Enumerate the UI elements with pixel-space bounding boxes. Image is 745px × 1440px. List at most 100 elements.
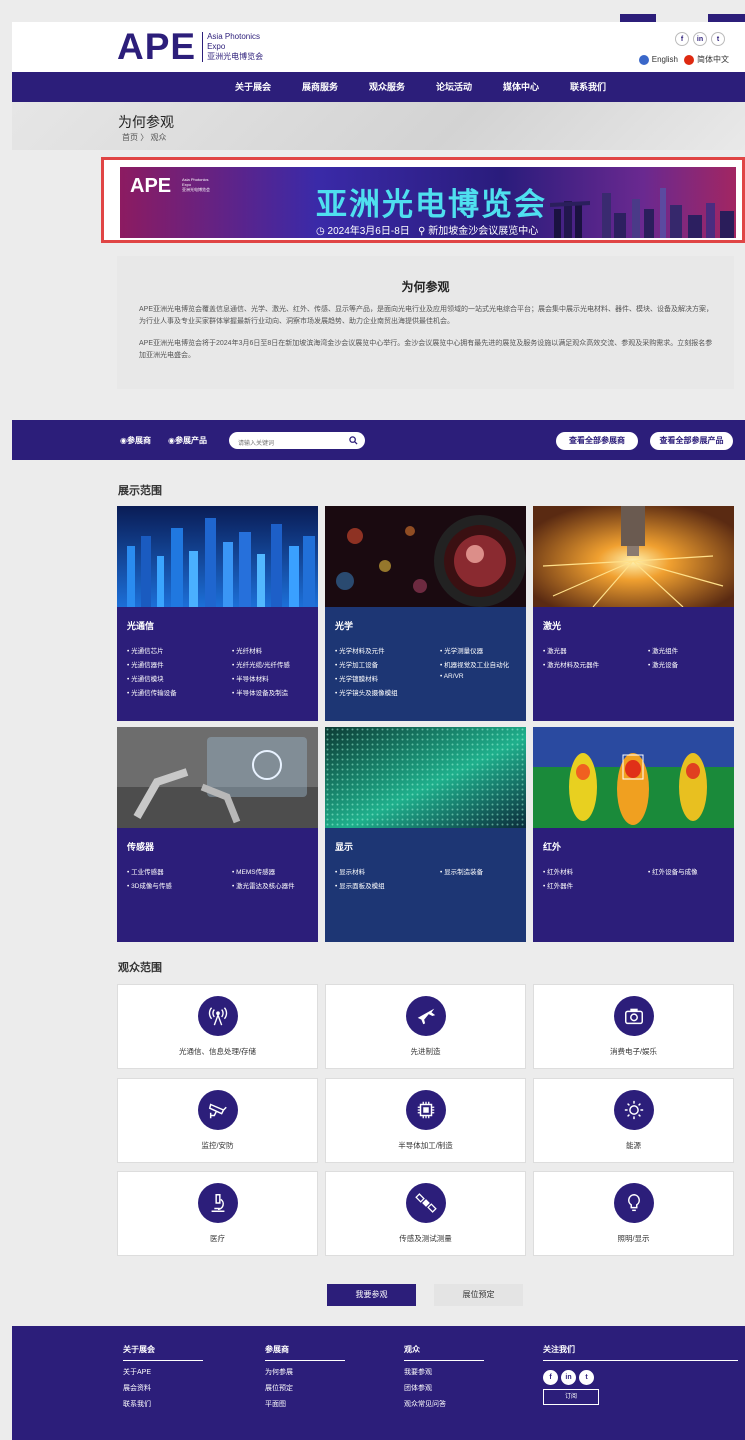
card-item[interactable]: • 光学材料及元件 xyxy=(335,645,440,655)
audience-card[interactable]: 能源 xyxy=(533,1078,734,1163)
card-item[interactable]: • 光学镜头及摄像模组 xyxy=(335,687,440,697)
audience-label: 照明/显示 xyxy=(617,1234,650,1243)
radio-exhibitors[interactable]: ◉参展商 xyxy=(120,435,151,446)
card-item[interactable]: • 半导体设备及制造 xyxy=(232,687,317,697)
visit-button[interactable]: 我要参观 xyxy=(327,1284,416,1306)
audience-card[interactable]: 先进制造 xyxy=(325,984,526,1069)
site-logo[interactable]: APE Asia Photonics Expo 亚洲光电博览会 xyxy=(117,28,263,66)
exhibit-card-laser[interactable]: 激光 • 激光器 • 激光组件 • 激光材料及元器件 • 激光设备 xyxy=(533,506,734,721)
search-bar: ◉参展商 ◉参展产品 查看全部参展商 查看全部参展产品 xyxy=(12,420,745,460)
banner-title: 亚洲光电博览会 xyxy=(316,187,547,222)
footer-link[interactable]: 为何参展 xyxy=(265,1367,345,1377)
footer-col-exhibitors: 参展商 为何参展 展位预定 平面图 xyxy=(265,1344,345,1409)
exhibit-card-optics[interactable]: 光学 • 光学材料及元件 • 光学测量仪器 • 光学加工设备 • 机器视觉及工业自动… xyxy=(325,506,526,721)
audience-card[interactable]: 传感及测试测量 xyxy=(325,1171,526,1256)
facebook-icon[interactable]: f xyxy=(543,1370,558,1385)
search-icon[interactable] xyxy=(349,436,358,445)
twitter-icon[interactable]: t xyxy=(711,32,725,46)
audience-label: 消费电子/娱乐 xyxy=(609,1047,658,1056)
card-item[interactable]: • 激光器 xyxy=(543,645,648,655)
card-item-list: • 工业传感器 • MEMS传感器 • 3D成像与传感 • 激光雷达及核心器件 xyxy=(127,866,317,890)
audience-card[interactable]: 照明/显示 xyxy=(533,1171,734,1256)
card-item[interactable]: • 机器视觉及工业自动化 xyxy=(440,659,525,669)
banner-venue: ⚲ 新加坡金沙会议展览中心 xyxy=(418,226,539,237)
breadcrumb[interactable]: 首页 〉 观众 xyxy=(122,132,166,143)
footer-link[interactable]: 关于APE xyxy=(123,1367,203,1377)
card-item[interactable]: • 激光设备 xyxy=(648,659,733,669)
card-item[interactable]: • 半导体材料 xyxy=(232,673,317,683)
card-item[interactable]: • 激光材料及元器件 xyxy=(543,659,648,669)
card-item[interactable]: • 光纤光缆/光纤传感 xyxy=(232,659,317,669)
satellite-icon xyxy=(406,1183,446,1223)
footer-heading: 观众 xyxy=(404,1344,484,1361)
card-item[interactable]: • 3D成像与传感 xyxy=(127,880,232,890)
bulb-icon xyxy=(614,1183,654,1223)
card-item[interactable]: • 光学测量仪器 xyxy=(440,645,525,655)
search-input[interactable] xyxy=(229,435,339,453)
facebook-icon[interactable]: f xyxy=(675,32,689,46)
radio-products[interactable]: ◉参展产品 xyxy=(168,435,207,446)
card-item[interactable]: • 光通信传输设备 xyxy=(127,687,232,697)
card-item[interactable]: • 激光雷达及核心器件 xyxy=(232,880,317,890)
card-item[interactable]: • 光通信模块 xyxy=(127,673,232,683)
card-item[interactable]: • MEMS传感器 xyxy=(232,866,317,876)
lang-chinese[interactable]: 简体中文 xyxy=(684,54,729,65)
card-item[interactable]: • 红外设备与成像 xyxy=(648,866,733,876)
card-item[interactable]: • 光纤材料 xyxy=(232,645,317,655)
footer-link[interactable]: 展会资料 xyxy=(123,1383,203,1393)
card-item[interactable]: • 光通信器件 xyxy=(127,659,232,669)
nav-about[interactable]: 关于展会 xyxy=(235,72,302,102)
footer-link[interactable]: 联系我们 xyxy=(123,1399,203,1409)
card-item[interactable]: • 光学加工设备 xyxy=(335,659,440,669)
footer-link[interactable]: 团体参观 xyxy=(404,1383,484,1393)
nav-media[interactable]: 媒体中心 xyxy=(503,72,570,102)
expo-banner[interactable]: APE Asia Photonics Expo 亚洲光电博览会 亚洲光电博览会 … xyxy=(120,167,736,238)
exhibit-card-sensor[interactable]: 传感器 • 工业传感器 • MEMS传感器 • 3D成像与传感 • 激光雷达及核心器… xyxy=(117,727,318,942)
decor-bar xyxy=(620,14,656,22)
exhibit-card-infrared[interactable]: 红外 • 红外材料 • 红外设备与成像 • 红外器件 xyxy=(533,727,734,942)
footer-link[interactable]: 我要参观 xyxy=(404,1367,484,1377)
card-item-list: • 光学材料及元件 • 光学测量仪器 • 光学加工设备 • 机器视觉及工业自动化 •… xyxy=(335,645,525,697)
chip-icon xyxy=(406,1090,446,1130)
twitter-icon[interactable]: t xyxy=(579,1370,594,1385)
booth-booking-button[interactable]: 展位预定 xyxy=(434,1284,523,1306)
nav-forum[interactable]: 论坛活动 xyxy=(436,72,503,102)
globe-icon xyxy=(638,54,649,65)
audience-card[interactable]: 消费电子/娱乐 xyxy=(533,984,734,1069)
card-item[interactable]: • AR/VR xyxy=(440,673,525,683)
nav-visitor-service[interactable]: 观众服务 xyxy=(369,72,436,102)
audience-label: 先进制造 xyxy=(410,1047,441,1056)
card-item[interactable]: • 显示材料 xyxy=(335,866,440,876)
card-item[interactable]: • 工业传感器 xyxy=(127,866,232,876)
card-item[interactable]: • 激光组件 xyxy=(648,645,733,655)
footer-social: f in t xyxy=(543,1370,738,1385)
subscribe-button[interactable]: 订阅 xyxy=(543,1389,599,1405)
exhibit-card-optical-communication[interactable]: 光通信 • 光通信芯片 • 光纤材料 • 光通信器件 • 光纤光缆/光纤传感 • 光… xyxy=(117,506,318,721)
card-item[interactable]: • 光学镀膜材料 xyxy=(335,673,440,683)
nav-exhibitor-service[interactable]: 展商服务 xyxy=(302,72,369,102)
audience-card[interactable]: 监控/安防 xyxy=(117,1078,318,1163)
audience-card[interactable]: 半导体加工/制造 xyxy=(325,1078,526,1163)
page-title-bar: 为何参观 首页 〉 观众 xyxy=(12,102,745,150)
all-exhibitors-button[interactable]: 查看全部参展商 xyxy=(556,432,638,450)
card-title: 显示 xyxy=(335,842,354,852)
exhibit-card-display[interactable]: 显示 • 显示材料 • 显示制造装备 • 显示面板及模组 xyxy=(325,727,526,942)
card-item[interactable]: • 红外材料 xyxy=(543,866,648,876)
card-item[interactable]: • 光通信芯片 xyxy=(127,645,232,655)
card-item[interactable]: • 显示制造装备 xyxy=(440,866,525,876)
nav-contact[interactable]: 联系我们 xyxy=(570,72,637,102)
footer-link[interactable]: 观众常见问答 xyxy=(404,1399,484,1409)
card-item[interactable]: • 红外器件 xyxy=(543,880,648,890)
footer-link[interactable]: 展位预定 xyxy=(265,1383,345,1393)
audience-card[interactable]: 医疗 xyxy=(117,1171,318,1256)
linkedin-icon[interactable]: in xyxy=(561,1370,576,1385)
all-products-button[interactable]: 查看全部参展产品 xyxy=(650,432,733,450)
footer-link[interactable]: 平面图 xyxy=(265,1399,345,1409)
audience-scope-heading: 观众范围 xyxy=(118,962,162,974)
audience-card[interactable]: 光通信、信息处理/存储 xyxy=(117,984,318,1069)
audience-label: 半导体加工/制造 xyxy=(398,1141,453,1150)
antenna-icon xyxy=(198,996,238,1036)
card-item[interactable]: • 显示面板及模组 xyxy=(335,880,440,890)
lang-english[interactable]: English xyxy=(638,54,678,65)
linkedin-icon[interactable]: in xyxy=(693,32,707,46)
